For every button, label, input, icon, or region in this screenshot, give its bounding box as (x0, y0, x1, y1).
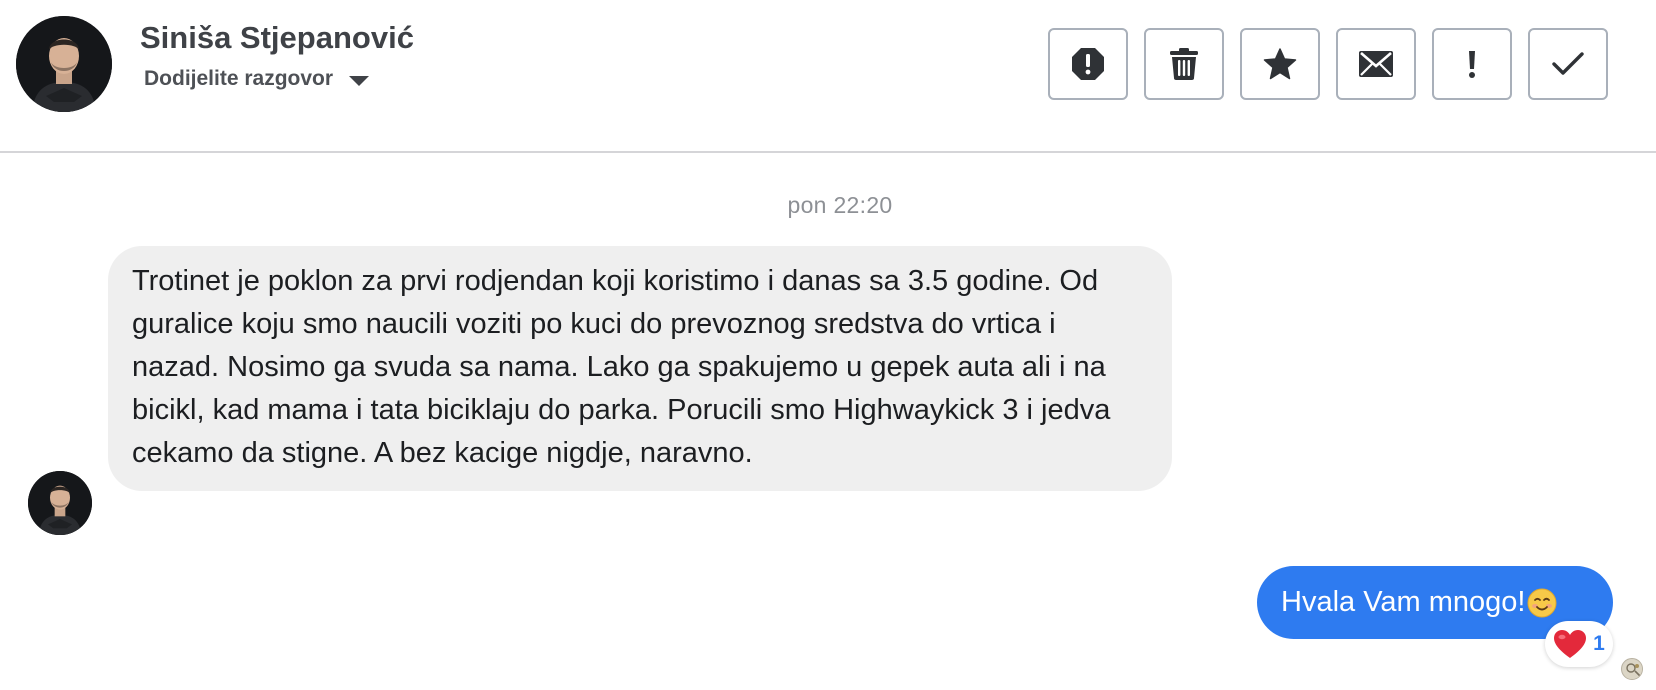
star-icon (1263, 48, 1297, 80)
trash-icon (1170, 48, 1198, 80)
incoming-message-bubble[interactable]: Trotinet je poklon za prvi rodjendan koj… (108, 246, 1172, 491)
caret-down-icon (349, 76, 370, 86)
octagon-exclamation-icon (1072, 48, 1104, 80)
seen-indicator-avatar (1621, 658, 1643, 680)
report-spam-button[interactable] (1048, 28, 1128, 100)
contact-name[interactable]: Siniša Stjepanović (140, 20, 414, 56)
follow-up-button[interactable] (1432, 28, 1512, 100)
smiling-face-icon (1527, 588, 1557, 618)
sender-avatar[interactable] (28, 471, 92, 535)
conversation-toolbar (1048, 28, 1608, 100)
exclamation-icon (1469, 51, 1475, 78)
mark-unread-button[interactable] (1336, 28, 1416, 100)
contact-avatar[interactable] (16, 16, 112, 112)
assign-conversation-dropdown[interactable]: Dodijelite razgovor (144, 67, 370, 91)
checkmark-icon (1552, 52, 1584, 75)
message-timestamp: pon 22:20 (787, 192, 893, 218)
message-reaction[interactable]: 1 (1545, 621, 1613, 667)
envelope-icon (1359, 51, 1393, 77)
heart-icon (1554, 630, 1587, 658)
conversation-header: Siniša Stjepanović Dodijelite razgovor (0, 0, 1656, 153)
star-button[interactable] (1240, 28, 1320, 100)
reaction-count: 1 (1593, 632, 1605, 655)
outgoing-message-text: Hvala Vam mnogo! (1281, 586, 1526, 618)
delete-button[interactable] (1144, 28, 1224, 100)
mark-done-button[interactable] (1528, 28, 1608, 100)
incoming-message-text: Trotinet je poklon za prvi rodjendan koj… (132, 265, 1111, 469)
assign-conversation-label: Dodijelite razgovor (144, 67, 334, 90)
